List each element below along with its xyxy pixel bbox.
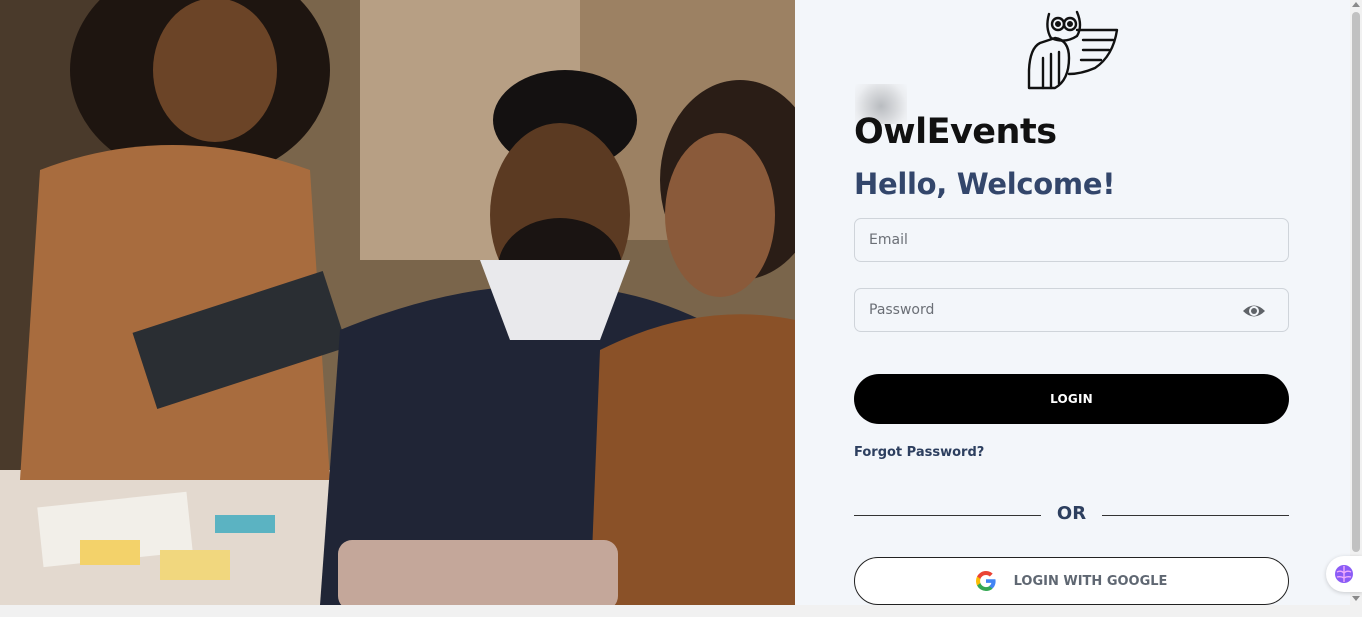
vertical-scrollbar[interactable]	[1350, 0, 1362, 605]
email-input[interactable]	[855, 219, 1288, 261]
horizontal-scrollbar[interactable]	[0, 605, 1362, 617]
login-panel: OwlEvents Hello, Welcome! LOGIN Forgot P…	[795, 0, 1350, 605]
forgot-password-link[interactable]: Forgot Password?	[854, 445, 984, 460]
eye-icon[interactable]	[1242, 301, 1266, 321]
hero-photo-illustration	[0, 0, 795, 605]
scroll-up-arrow-icon[interactable]	[1352, 2, 1360, 7]
scroll-down-arrow-icon[interactable]	[1352, 596, 1360, 601]
password-input[interactable]	[855, 289, 1288, 331]
divider-line-right	[1102, 515, 1289, 516]
or-divider: OR	[854, 503, 1289, 527]
or-label: OR	[1056, 503, 1087, 524]
owl-logo-icon	[1027, 10, 1119, 90]
extension-badge[interactable]	[1326, 556, 1362, 592]
scroll-thumb[interactable]	[1352, 12, 1360, 552]
brain-extension-icon	[1335, 565, 1353, 583]
login-button[interactable]: LOGIN	[854, 374, 1289, 424]
welcome-heading: Hello, Welcome!	[854, 167, 1116, 201]
email-field-wrapper	[854, 218, 1289, 262]
brand-title: OwlEvents	[854, 112, 1057, 152]
google-login-label: LOGIN WITH GOOGLE	[1013, 573, 1168, 589]
password-field-wrapper	[854, 288, 1289, 332]
google-icon	[975, 571, 996, 591]
google-login-button[interactable]: LOGIN WITH GOOGLE	[854, 557, 1289, 605]
hero-photo	[0, 0, 795, 605]
